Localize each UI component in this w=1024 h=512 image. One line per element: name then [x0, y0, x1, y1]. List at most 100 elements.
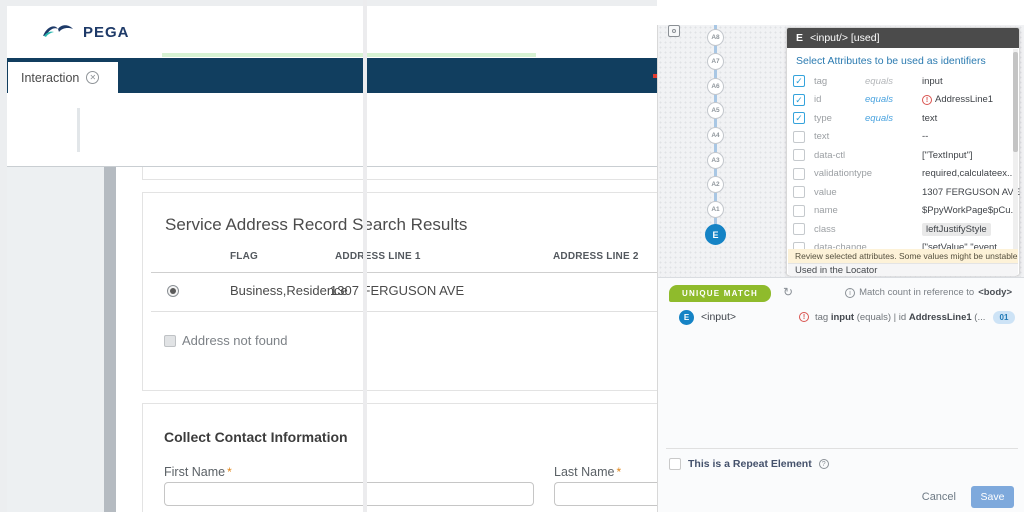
attribute-row-data-ctl: data-ctl ["TextInput"]: [787, 146, 1015, 165]
attribute-row-id: ✓ id equals ! AddressLine1: [787, 91, 1015, 110]
attribute-checkbox-id[interactable]: ✓: [793, 93, 805, 106]
attributes-card: E <input/> [used] Select Attributes to be…: [786, 27, 1020, 276]
address-not-found-checkbox[interactable]: [164, 335, 176, 347]
match-result-row[interactable]: E <input> ! tag input (equals) | id Addr…: [658, 309, 1024, 327]
attribute-name: class: [814, 223, 836, 235]
attribute-row-name: name $PpyWorkPage$pCu...: [787, 202, 1019, 221]
attribute-name: validationtype: [814, 168, 873, 180]
attributes-title: Select Attributes to be used as identifi…: [796, 55, 986, 67]
match-count-text: Match count in reference to: [859, 287, 975, 298]
refresh-icon[interactable]: ↻: [783, 285, 793, 299]
match-element-badge: E: [679, 310, 694, 325]
match-count-pill: 01: [993, 311, 1015, 324]
match-element-tag: <input>: [701, 311, 737, 323]
cancel-button[interactable]: Cancel: [922, 491, 956, 503]
dom-chain-node-a5[interactable]: A5: [707, 102, 724, 120]
dom-chain-node-a2[interactable]: A2: [707, 176, 724, 194]
inspector-dom-section: A8 A7 A6 A5 A4 A3 A2 A1 E E <input/> [used] Selec…: [657, 25, 1024, 277]
result-row-address-line-1: 1307 FERGUSON AVE: [330, 283, 465, 298]
attribute-value: ! AddressLine1: [922, 94, 993, 105]
dom-chain-node-a8[interactable]: A8: [707, 28, 724, 46]
tab-interaction-label: Interaction: [21, 70, 80, 85]
radio-selected-dot: [170, 288, 176, 294]
attribute-checkbox-validationtype[interactable]: [793, 167, 805, 180]
table-header-divider: [151, 272, 658, 273]
card-search-results: Service Address Record Search Results FL…: [142, 192, 658, 391]
dom-chain-node-a7[interactable]: A7: [707, 53, 724, 71]
table-row-divider: [151, 311, 658, 312]
attribute-row-type: ✓ type equals text: [787, 109, 1015, 128]
element-header-text: <input/> [used]: [810, 32, 880, 44]
attribute-value: 1307 FERGUSON AVE: [922, 186, 1021, 198]
attribute-row-class: class leftJustifyStyle: [787, 220, 1015, 239]
match-count-note: i Match count in reference to <body>: [845, 287, 1012, 298]
inspector-match-section: UNIQUE MATCH ↻ i Match count in referenc…: [657, 277, 1024, 512]
attribute-checkbox-name[interactable]: [793, 204, 805, 217]
element-letter: E: [796, 32, 804, 44]
attribute-checkbox-text[interactable]: [793, 130, 805, 143]
attribute-checkbox-data-ctl[interactable]: [793, 149, 805, 162]
attribute-operator[interactable]: equals: [865, 94, 893, 105]
attribute-value: leftJustifyStyle: [922, 222, 991, 236]
attribute-name: type: [814, 112, 832, 124]
tab-interaction[interactable]: Interaction ✕: [8, 62, 118, 93]
window-frame-right: [363, 0, 367, 512]
repeat-element-checkbox[interactable]: [669, 458, 681, 470]
tab-close-icon[interactable]: ✕: [86, 71, 100, 84]
attribute-name: name: [814, 205, 838, 217]
attribute-name: data-ctl: [814, 149, 846, 161]
attribute-value: $PpyWorkPage$pCu...: [922, 205, 1019, 217]
attribute-checkbox-type[interactable]: ✓: [793, 112, 805, 125]
result-row-radio[interactable]: [167, 285, 179, 297]
subheader-scroll-remnant: [77, 108, 80, 152]
attribute-value: required,calculateex...: [922, 168, 1015, 180]
results-title: Service Address Record Search Results: [165, 215, 468, 234]
required-star-icon: *: [227, 465, 232, 479]
column-header-address-line-1: ADDRESS LINE 1: [335, 251, 421, 262]
pega-wordmark: PEGA: [83, 23, 130, 41]
attribute-name: value: [814, 186, 837, 198]
info-icon: i: [845, 287, 856, 298]
progress-highlight-line: [162, 53, 536, 57]
attribute-name: tag: [814, 75, 828, 87]
dom-chain-node-a3[interactable]: A3: [707, 151, 724, 169]
column-header-flag: FLAG: [230, 251, 259, 262]
last-name-field[interactable]: [554, 482, 664, 506]
attribute-checkbox-class[interactable]: [793, 223, 805, 236]
attribute-checkbox-value[interactable]: [793, 186, 805, 199]
attribute-row-value: value 1307 FERGUSON AVE: [787, 183, 1020, 202]
unstable-warning-banner: Review selected attributes. Some values …: [788, 249, 1018, 263]
attribute-operator[interactable]: equals: [865, 113, 893, 124]
match-reference-target: <body>: [978, 287, 1012, 298]
save-button[interactable]: Save: [971, 486, 1014, 508]
footer-actions: Cancel Save: [922, 486, 1014, 508]
screenshot-stage: PEGA Interaction ✕ Service Address Recor…: [0, 0, 1024, 512]
element-inspector-panel: A8 A7 A6 A5 A4 A3 A2 A1 E E <input/> [used] Selec…: [657, 0, 1024, 512]
dom-chain-node-e[interactable]: E: [705, 223, 726, 245]
attribute-operator: equals: [865, 75, 893, 87]
help-icon[interactable]: ?: [818, 459, 829, 469]
first-name-field[interactable]: [164, 482, 534, 506]
vertical-scrollbar[interactable]: [104, 167, 116, 512]
dom-chain-node-a6[interactable]: A6: [707, 77, 724, 95]
attribute-checkbox-tag[interactable]: ✓: [793, 75, 805, 88]
match-warning-icon: !: [799, 312, 809, 322]
used-in-locator-row: Used in the Locator: [788, 263, 1018, 276]
unique-match-badge: UNIQUE MATCH: [669, 285, 771, 302]
footer-divider: [666, 448, 1018, 449]
attribute-row-tag: ✓ tag equals input: [787, 72, 1015, 91]
dom-chain-node-a1[interactable]: A1: [707, 200, 724, 218]
attribute-name: id: [814, 94, 822, 106]
attribute-value: --: [922, 131, 929, 143]
attribute-value: ["TextInput"]: [922, 149, 973, 161]
repeat-element-label: This is a Repeat Element: [688, 458, 812, 470]
app-header: PEGA: [7, 6, 657, 58]
inspector-top-strip: [657, 0, 1024, 25]
required-star-icon: *: [616, 465, 622, 479]
attributes-scrollbar-thumb[interactable]: [1013, 52, 1018, 152]
element-picker-icon[interactable]: [668, 25, 680, 37]
dom-chain-node-a4[interactable]: A4: [707, 126, 724, 144]
attribute-value: text: [922, 112, 938, 124]
attribute-value: input: [922, 75, 943, 87]
subheader-band: [7, 93, 657, 167]
